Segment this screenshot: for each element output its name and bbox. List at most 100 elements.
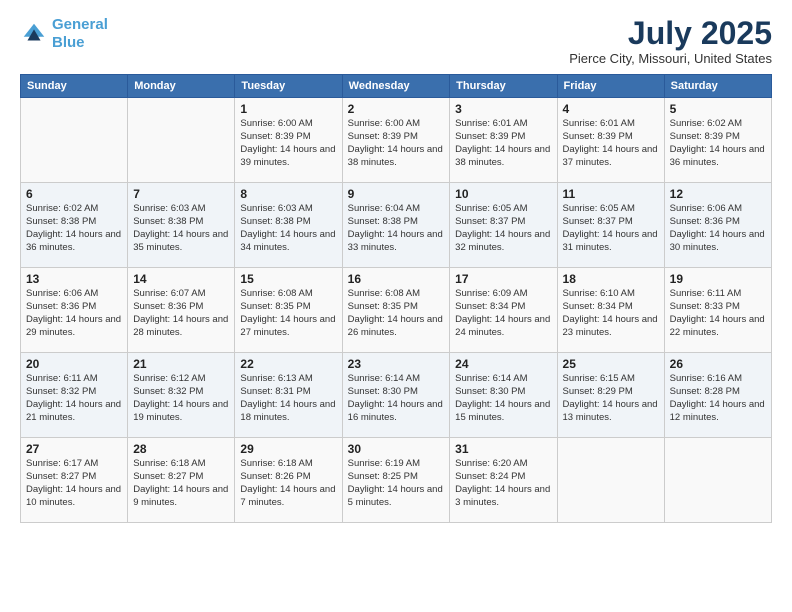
weekday-header-cell: Saturday (664, 75, 771, 98)
day-detail: Sunrise: 6:14 AM Sunset: 8:30 PM Dayligh… (348, 373, 445, 424)
calendar-cell: 4 Sunrise: 6:01 AM Sunset: 8:39 PM Daylig… (557, 98, 664, 183)
calendar-cell: 19Sunrise: 6:11 AM Sunset: 8:33 PM Dayli… (664, 268, 771, 353)
calendar-cell: 1 Sunrise: 6:00 AM Sunset: 8:39 PM Daylig… (235, 98, 342, 183)
day-number: 3 (455, 102, 551, 116)
day-detail: Sunrise: 6:02 AM Sunset: 8:38 PM Dayligh… (26, 203, 122, 254)
day-detail: Sunrise: 6:11 AM Sunset: 8:33 PM Dayligh… (670, 288, 766, 339)
day-number: 27 (26, 442, 122, 456)
calendar-cell: 15 Sunrise: 6:08 AM Sunset: 8:35 PM Dayli… (235, 268, 342, 353)
weekday-header-cell: Monday (128, 75, 235, 98)
calendar-week-row: 6 Sunrise: 6:02 AM Sunset: 8:38 PM Daylig… (21, 183, 772, 268)
day-number: 12 (670, 187, 766, 201)
main-title: July 2025 (569, 16, 772, 51)
day-detail: Sunrise: 6:06 AM Sunset: 8:36 PM Dayligh… (26, 288, 122, 339)
calendar-cell: 27Sunrise: 6:17 AM Sunset: 8:27 PM Dayli… (21, 438, 128, 523)
day-number: 4 (563, 102, 659, 116)
calendar-cell: 3Sunrise: 6:01 AM Sunset: 8:39 PM Daylig… (450, 98, 557, 183)
calendar-cell: 26 Sunrise: 6:16 AM Sunset: 8:28 PM Dayli… (664, 353, 771, 438)
calendar-cell: 22Sunrise: 6:13 AM Sunset: 8:31 PM Dayli… (235, 353, 342, 438)
day-detail: Sunrise: 6:03 AM Sunset: 8:38 PM Dayligh… (133, 203, 229, 254)
day-detail: Sunrise: 6:01 AM Sunset: 8:39 PM Dayligh… (563, 118, 659, 169)
day-detail: Sunrise: 6:03 AM Sunset: 8:38 PM Dayligh… (240, 203, 336, 254)
day-detail: Sunrise: 6:12 AM Sunset: 8:32 PM Dayligh… (133, 373, 229, 424)
calendar-week-row: 1 Sunrise: 6:00 AM Sunset: 8:39 PM Daylig… (21, 98, 772, 183)
calendar-body: 1 Sunrise: 6:00 AM Sunset: 8:39 PM Daylig… (21, 98, 772, 523)
calendar-cell: 21Sunrise: 6:12 AM Sunset: 8:32 PM Dayli… (128, 353, 235, 438)
calendar-cell: 23 Sunrise: 6:14 AM Sunset: 8:30 PM Dayli… (342, 353, 450, 438)
day-number: 23 (348, 357, 445, 371)
calendar-cell: 30Sunrise: 6:19 AM Sunset: 8:25 PM Dayli… (342, 438, 450, 523)
day-detail: Sunrise: 6:18 AM Sunset: 8:26 PM Dayligh… (240, 458, 336, 509)
day-number: 14 (133, 272, 229, 286)
calendar-cell: 25 Sunrise: 6:15 AM Sunset: 8:29 PM Dayli… (557, 353, 664, 438)
day-number: 1 (240, 102, 336, 116)
calendar-cell: 18 Sunrise: 6:10 AM Sunset: 8:34 PM Dayli… (557, 268, 664, 353)
day-number: 17 (455, 272, 551, 286)
day-number: 31 (455, 442, 551, 456)
day-number: 30 (348, 442, 445, 456)
logo-text: General Blue (52, 16, 108, 52)
day-number: 25 (563, 357, 659, 371)
day-number: 22 (240, 357, 336, 371)
page: General Blue July 2025 Pierce City, Miss… (0, 0, 792, 612)
day-detail: Sunrise: 6:07 AM Sunset: 8:36 PM Dayligh… (133, 288, 229, 339)
day-detail: Sunrise: 6:15 AM Sunset: 8:29 PM Dayligh… (563, 373, 659, 424)
day-detail: Sunrise: 6:10 AM Sunset: 8:34 PM Dayligh… (563, 288, 659, 339)
calendar-cell: 29Sunrise: 6:18 AM Sunset: 8:26 PM Dayli… (235, 438, 342, 523)
day-number: 13 (26, 272, 122, 286)
day-number: 5 (670, 102, 766, 116)
day-number: 15 (240, 272, 336, 286)
day-detail: Sunrise: 6:11 AM Sunset: 8:32 PM Dayligh… (26, 373, 122, 424)
day-detail: Sunrise: 6:02 AM Sunset: 8:39 PM Dayligh… (670, 118, 766, 169)
calendar-cell: 10 Sunrise: 6:05 AM Sunset: 8:37 PM Dayli… (450, 183, 557, 268)
day-detail: Sunrise: 6:04 AM Sunset: 8:38 PM Dayligh… (348, 203, 445, 254)
subtitle: Pierce City, Missouri, United States (569, 51, 772, 66)
calendar-cell: 14 Sunrise: 6:07 AM Sunset: 8:36 PM Dayli… (128, 268, 235, 353)
day-detail: Sunrise: 6:00 AM Sunset: 8:39 PM Dayligh… (240, 118, 336, 169)
weekday-header-row: SundayMondayTuesdayWednesdayThursdayFrid… (21, 75, 772, 98)
day-number: 10 (455, 187, 551, 201)
calendar: SundayMondayTuesdayWednesdayThursdayFrid… (20, 74, 772, 523)
logo-icon (20, 20, 48, 48)
day-number: 20 (26, 357, 122, 371)
title-block: July 2025 Pierce City, Missouri, United … (569, 16, 772, 66)
calendar-cell: 20 Sunrise: 6:11 AM Sunset: 8:32 PM Dayli… (21, 353, 128, 438)
weekday-header-cell: Thursday (450, 75, 557, 98)
day-detail: Sunrise: 6:18 AM Sunset: 8:27 PM Dayligh… (133, 458, 229, 509)
calendar-cell: 13 Sunrise: 6:06 AM Sunset: 8:36 PM Dayli… (21, 268, 128, 353)
calendar-cell: 28Sunrise: 6:18 AM Sunset: 8:27 PM Dayli… (128, 438, 235, 523)
day-detail: Sunrise: 6:06 AM Sunset: 8:36 PM Dayligh… (670, 203, 766, 254)
day-number: 8 (240, 187, 336, 201)
calendar-week-row: 20 Sunrise: 6:11 AM Sunset: 8:32 PM Dayli… (21, 353, 772, 438)
calendar-cell: 17 Sunrise: 6:09 AM Sunset: 8:34 PM Dayli… (450, 268, 557, 353)
day-detail: Sunrise: 6:20 AM Sunset: 8:24 PM Dayligh… (455, 458, 551, 509)
logo-line2: Blue (52, 34, 85, 51)
day-number: 26 (670, 357, 766, 371)
weekday-header-cell: Tuesday (235, 75, 342, 98)
calendar-cell: 2Sunrise: 6:00 AM Sunset: 8:39 PM Daylig… (342, 98, 450, 183)
calendar-cell: 24Sunrise: 6:14 AM Sunset: 8:30 PM Dayli… (450, 353, 557, 438)
day-detail: Sunrise: 6:08 AM Sunset: 8:35 PM Dayligh… (240, 288, 336, 339)
calendar-cell: 8 Sunrise: 6:03 AM Sunset: 8:38 PM Daylig… (235, 183, 342, 268)
weekday-header-cell: Wednesday (342, 75, 450, 98)
weekday-header-cell: Friday (557, 75, 664, 98)
day-detail: Sunrise: 6:16 AM Sunset: 8:28 PM Dayligh… (670, 373, 766, 424)
calendar-cell (128, 98, 235, 183)
calendar-cell: 6 Sunrise: 6:02 AM Sunset: 8:38 PM Daylig… (21, 183, 128, 268)
day-number: 6 (26, 187, 122, 201)
calendar-cell: 31 Sunrise: 6:20 AM Sunset: 8:24 PM Dayli… (450, 438, 557, 523)
calendar-cell (664, 438, 771, 523)
calendar-cell: 12 Sunrise: 6:06 AM Sunset: 8:36 PM Dayli… (664, 183, 771, 268)
calendar-cell: 11Sunrise: 6:05 AM Sunset: 8:37 PM Dayli… (557, 183, 664, 268)
day-number: 16 (348, 272, 445, 286)
logo: General Blue (20, 16, 108, 52)
day-detail: Sunrise: 6:00 AM Sunset: 8:39 PM Dayligh… (348, 118, 445, 169)
calendar-cell: 9Sunrise: 6:04 AM Sunset: 8:38 PM Daylig… (342, 183, 450, 268)
calendar-cell: 7Sunrise: 6:03 AM Sunset: 8:38 PM Daylig… (128, 183, 235, 268)
calendar-week-row: 27Sunrise: 6:17 AM Sunset: 8:27 PM Dayli… (21, 438, 772, 523)
day-number: 18 (563, 272, 659, 286)
day-detail: Sunrise: 6:09 AM Sunset: 8:34 PM Dayligh… (455, 288, 551, 339)
day-detail: Sunrise: 6:05 AM Sunset: 8:37 PM Dayligh… (455, 203, 551, 254)
weekday-header-cell: Sunday (21, 75, 128, 98)
day-detail: Sunrise: 6:08 AM Sunset: 8:35 PM Dayligh… (348, 288, 445, 339)
